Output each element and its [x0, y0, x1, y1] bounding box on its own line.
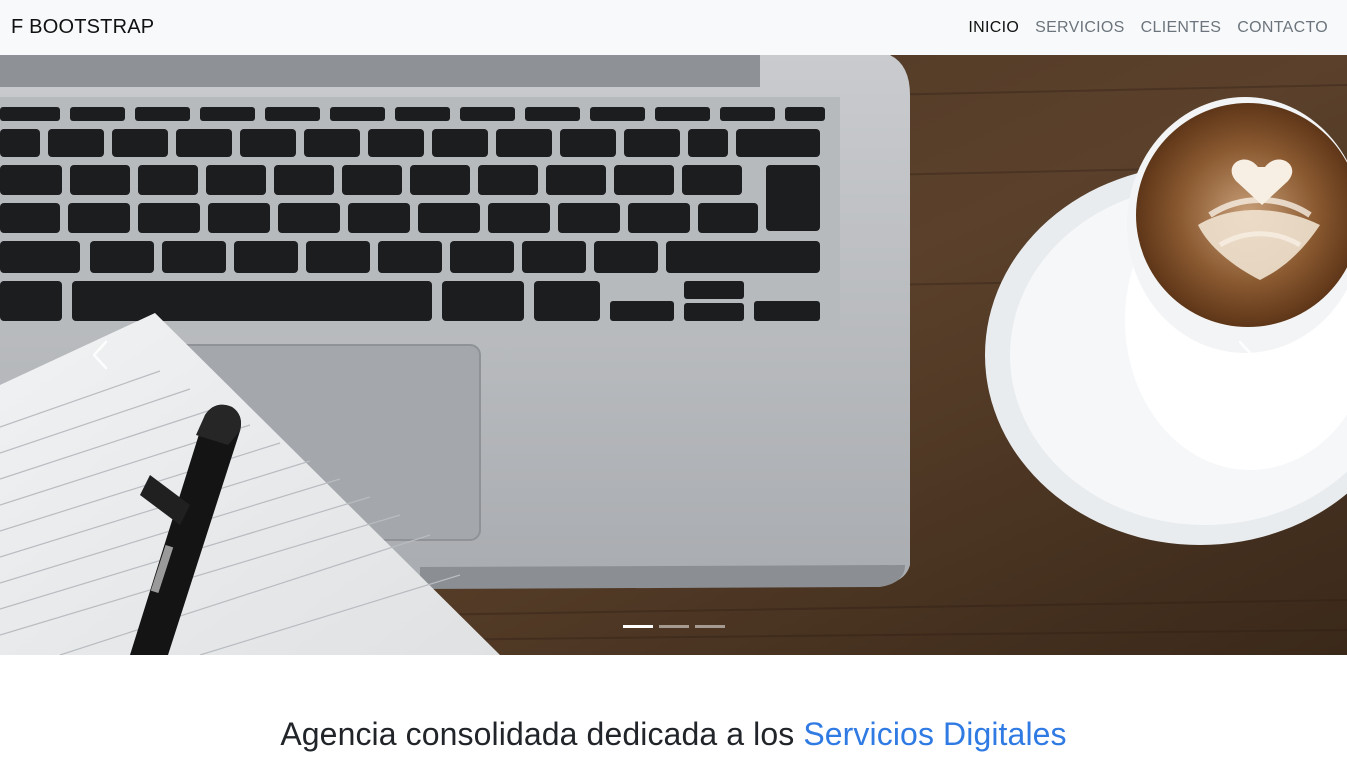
headline-prefix: Agencia consolidada dedicada a los	[280, 716, 795, 752]
chevron-left-icon	[92, 340, 108, 370]
carousel-indicator-2[interactable]	[659, 625, 689, 628]
nav-item-inicio: INICIO	[968, 19, 1019, 37]
hero-headline: Agencia consolidada dedicada a los Servi…	[0, 716, 1347, 753]
chevron-right-icon	[1238, 340, 1254, 370]
nav-item-servicios: SERVICIOS	[1035, 19, 1125, 37]
carousel-indicator-3[interactable]	[695, 625, 725, 628]
navbar: F BOOTSTRAP INICIO SERVICIOS CLIENTES CO…	[0, 0, 1347, 55]
carousel-next-button[interactable]	[1216, 325, 1276, 385]
nav-item-clientes: CLIENTES	[1141, 19, 1222, 37]
brand-link[interactable]: F BOOTSTRAP	[11, 16, 154, 39]
carousel-indicator-1[interactable]	[623, 625, 653, 628]
carousel-prev-button[interactable]	[70, 325, 130, 385]
nav-item-contacto: CONTACTO	[1237, 19, 1328, 37]
nav-menu: INICIO SERVICIOS CLIENTES CONTACTO	[968, 19, 1328, 37]
nav-link-servicios[interactable]: SERVICIOS	[1035, 19, 1125, 36]
carousel-indicators	[623, 625, 725, 628]
nav-link-contacto[interactable]: CONTACTO	[1237, 19, 1328, 36]
headline-accent: Servicios Digitales	[803, 716, 1067, 752]
carousel-slide-image	[0, 55, 1347, 655]
nav-link-inicio[interactable]: INICIO	[968, 19, 1019, 36]
hero-carousel	[0, 55, 1347, 655]
nav-link-clientes[interactable]: CLIENTES	[1141, 19, 1222, 36]
